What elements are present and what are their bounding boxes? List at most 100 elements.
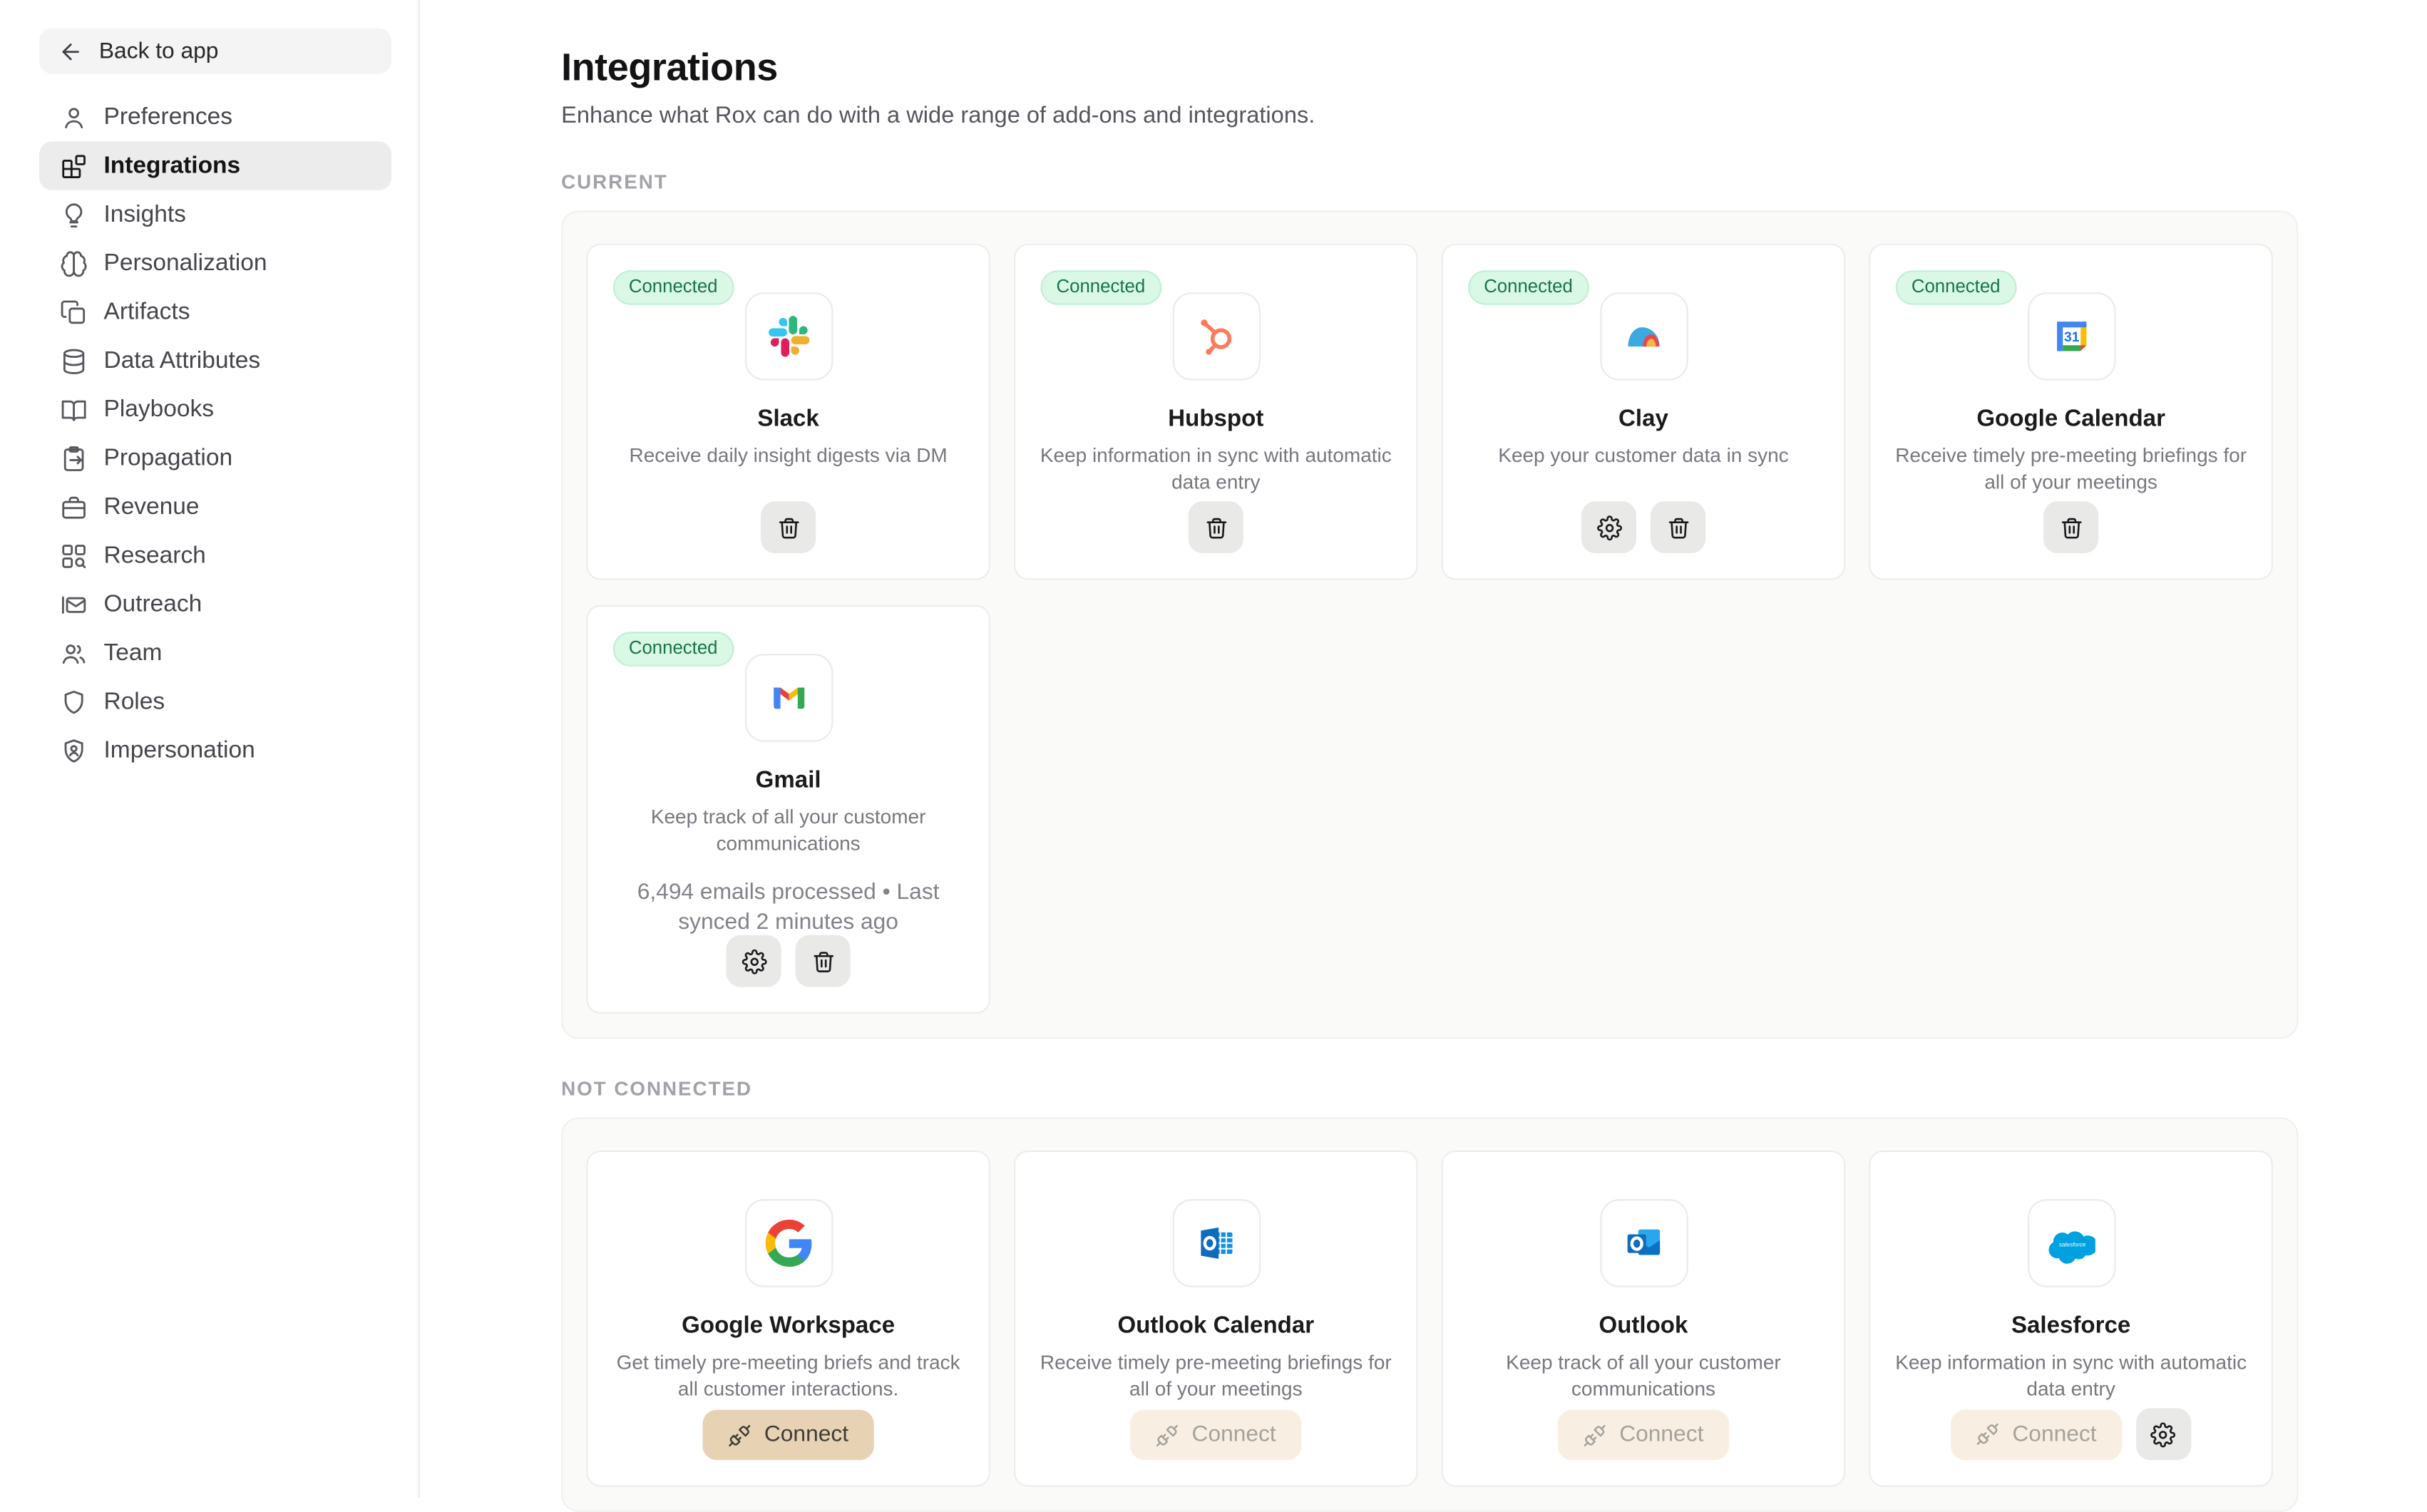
integration-description: Keep track of all your customer communic… <box>611 805 966 858</box>
card-actions <box>1871 501 2272 553</box>
connect-button[interactable]: Connect <box>703 1410 873 1461</box>
sidebar-item-label: Propagation <box>104 445 233 471</box>
page-subtitle: Enhance what Rox can do with a wide rang… <box>561 101 2298 132</box>
settings-sidebar: Back to app PreferencesIntegrations Insig… <box>0 0 420 1498</box>
integration-description: Keep track of all your customer communic… <box>1466 1350 1821 1403</box>
integration-description: Keep information in sync with automatic … <box>1894 1350 2249 1403</box>
sidebar-item-preferences[interactable]: Preferences <box>39 93 391 141</box>
sidebar-item-revenue[interactable]: Revenue <box>39 483 391 531</box>
integration-description: Receive timely pre-meeting briefings for… <box>1894 443 2249 496</box>
slack-icon <box>765 313 812 360</box>
card-actions <box>588 501 989 553</box>
lightbulb-icon <box>60 200 88 229</box>
gmail-icon <box>765 674 812 721</box>
card-outlook: Outlook Keep track of all your customer c… <box>1442 1151 1846 1487</box>
status-badge: Connected <box>613 270 734 305</box>
sidebar-item-label: Playbooks <box>104 396 214 423</box>
integration-name: Outlook Calendar <box>1117 1312 1314 1339</box>
sidebar-item-propagation[interactable]: Propagation <box>39 433 391 482</box>
sidebar-item-label: Data Attributes <box>104 347 261 374</box>
hubspot-icon <box>1192 313 1239 360</box>
integration-sections: CURRENTConnectedSlackReceive daily insig… <box>561 170 2298 1512</box>
outlook-calendar-icon <box>1192 1220 1239 1267</box>
integration-name: Slack <box>757 406 819 432</box>
integration-logo-tile <box>744 292 832 380</box>
delete-button[interactable] <box>1189 501 1243 553</box>
main-content: Integrations Enhance what Rox can do wit… <box>420 0 2427 1498</box>
card-salesforce: salesforceSalesforceKeep information in … <box>1869 1151 2273 1487</box>
section-container-current: ConnectedSlackReceive daily insight dige… <box>561 210 2298 1039</box>
briefcase-icon <box>60 493 88 521</box>
integration-name: Google Calendar <box>1976 406 2165 432</box>
integration-logo-tile <box>1172 292 1260 380</box>
delete-button[interactable] <box>761 501 816 553</box>
integration-logo-tile <box>1599 1199 1687 1287</box>
connect-button[interactable]: Connect <box>1131 1410 1301 1461</box>
shield-user-icon <box>60 736 88 765</box>
clipboard-arrow-icon <box>60 444 88 473</box>
sidebar-item-roles[interactable]: Roles <box>39 677 391 726</box>
unplug-icon <box>1976 1422 2000 1446</box>
sidebar-item-playbooks[interactable]: Playbooks <box>39 385 391 433</box>
salesforce-icon: salesforce <box>2048 1220 2095 1267</box>
connect-button-label: Connect <box>764 1422 848 1447</box>
card-outlook-calendar: Outlook CalendarReceive timely pre-meeti… <box>1014 1151 1418 1487</box>
unplug-icon <box>1156 1423 1179 1446</box>
sidebar-item-label: Impersonation <box>104 737 255 763</box>
delete-button[interactable] <box>2043 501 2098 553</box>
sidebar-item-personalization[interactable]: Personalization <box>39 239 391 287</box>
integration-logo-tile <box>1172 1199 1260 1287</box>
sidebar-item-team[interactable]: Team <box>39 629 391 677</box>
delete-button[interactable] <box>796 935 851 987</box>
google-calendar-icon: 31 <box>2048 313 2095 360</box>
sidebar-item-outreach[interactable]: Outreach <box>39 580 391 629</box>
settings-button[interactable] <box>2136 1408 2191 1460</box>
integration-name: Google Workspace <box>682 1312 895 1339</box>
card-google-calendar: Connected 31 Google Calendar Receive timely… <box>1869 244 2273 580</box>
back-to-app-button[interactable]: Back to app <box>39 29 391 74</box>
cards-grid: Google Workspace Get timely pre-meeting b… <box>586 1151 2273 1487</box>
integration-logo-tile: salesforce <box>2027 1199 2115 1287</box>
integration-logo-tile <box>1599 292 1687 380</box>
status-badge: Connected <box>1468 270 1589 305</box>
connect-button[interactable]: Connect <box>1558 1410 1728 1461</box>
delete-button[interactable] <box>1651 501 1705 553</box>
sidebar-item-label: Outreach <box>104 591 202 617</box>
settings-button[interactable] <box>727 935 781 987</box>
card-actions: Connect <box>588 1410 989 1461</box>
unplug-icon <box>1584 1423 1607 1446</box>
card-hubspot: ConnectedHubspotKeep information in sync… <box>1014 244 1418 580</box>
card-clay: ConnectedClayKeep your customer data in … <box>1442 244 1846 580</box>
sidebar-item-artifacts[interactable]: Artifacts <box>39 287 391 336</box>
page-title: Integrations <box>561 44 2298 95</box>
connect-button-label: Connect <box>1619 1422 1703 1447</box>
back-to-app-label: Back to app <box>99 38 219 63</box>
settings-button[interactable] <box>1581 501 1636 553</box>
sidebar-item-label: Personalization <box>104 250 267 277</box>
app-window: Back to app PreferencesIntegrationsInsig… <box>0 0 2427 1498</box>
sidebar-item-label: Team <box>104 639 163 666</box>
card-actions <box>1015 501 1416 553</box>
sidebar-item-impersonation[interactable]: Impersonation <box>39 726 391 775</box>
connect-button-label: Connect <box>2012 1421 2096 1446</box>
sidebar-item-label: Insights <box>104 201 186 227</box>
sidebar-item-label: Research <box>104 542 206 569</box>
integration-name: Gmail <box>756 767 821 793</box>
copy-icon <box>60 298 88 326</box>
connect-button[interactable]: Connect <box>1951 1409 2121 1459</box>
users-icon <box>60 639 88 667</box>
integration-name: Outlook <box>1599 1312 1688 1339</box>
status-badge: Connected <box>1040 270 1161 305</box>
sidebar-item-integrations[interactable]: Integrations <box>39 141 391 190</box>
sidebar-item-label: Artifacts <box>104 299 190 325</box>
arrow-left-icon <box>58 38 83 63</box>
card-actions <box>588 935 989 987</box>
sidebar-item-insights[interactable]: Insights <box>39 190 391 239</box>
section-container-not-connected: Google Workspace Get timely pre-meeting b… <box>561 1118 2298 1512</box>
status-badge: Connected <box>1896 270 2016 305</box>
sidebar-item-data-attributes[interactable]: Data Attributes <box>39 336 391 385</box>
integration-description: Get timely pre-meeting briefs and track … <box>611 1350 966 1403</box>
sidebar-item-label: Revenue <box>104 493 200 520</box>
sidebar-nav: PreferencesIntegrations Insights Personali… <box>39 93 391 775</box>
sidebar-item-research[interactable]: Research <box>39 531 391 580</box>
